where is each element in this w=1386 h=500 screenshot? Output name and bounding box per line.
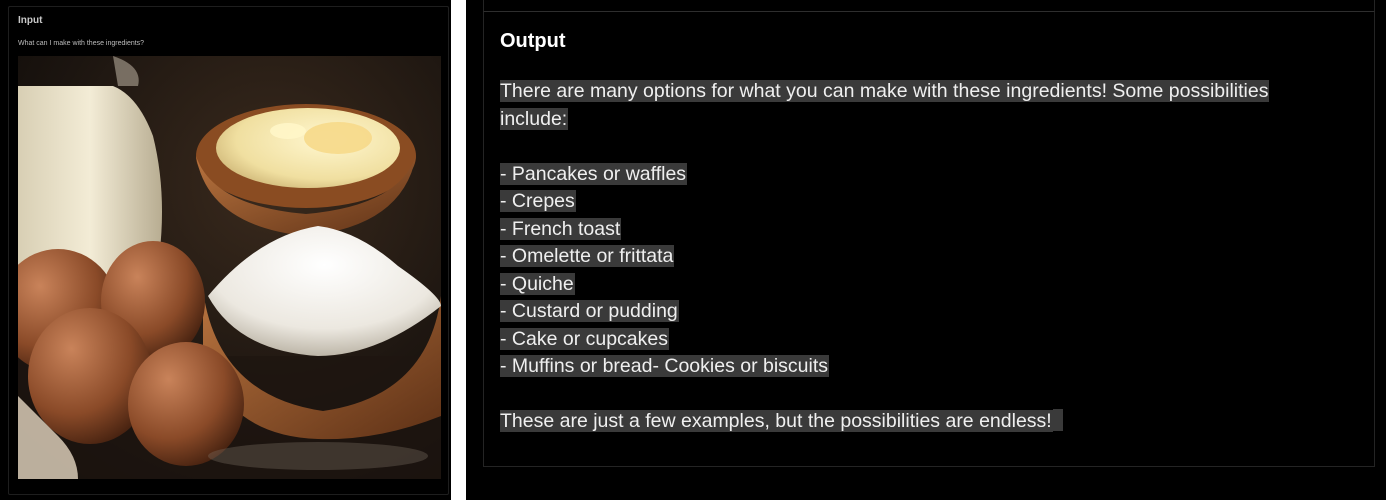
input-prompt: What can I make with these ingredients?: [18, 40, 145, 47]
list-item-text: - French toast: [500, 217, 622, 240]
list-item: - Custard or pudding: [500, 298, 1330, 326]
input-card: Input What can I make with these ingredi…: [8, 6, 449, 495]
output-closing-line: These are just a few examples, but the p…: [500, 408, 1330, 436]
output-intro: There are many options for what you can …: [500, 80, 1270, 130]
output-title: Output: [500, 30, 566, 52]
output-panel: Output There are many options for what y…: [466, 0, 1386, 500]
list-item: - Pancakes or waffles: [500, 161, 1330, 189]
list-item: - Crepes: [500, 188, 1330, 216]
list-item: - Cake or cupcakes: [500, 326, 1330, 354]
output-closing: These are just a few examples, but the p…: [500, 410, 1053, 432]
output-text: There are many options for what you can …: [500, 78, 1330, 436]
list-item-text: - Omelette or frittata: [500, 245, 675, 267]
list-item-text: - Muffins or bread- Cookies or biscuits: [500, 355, 830, 377]
input-title: Input: [18, 15, 43, 26]
list-item-text: - Cake or cupcakes: [500, 327, 669, 350]
list-item-text: - Custard or pudding: [500, 300, 679, 322]
output-card: Output There are many options for what y…: [483, 11, 1375, 467]
list-item: - Muffins or bread- Cookies or biscuits: [500, 353, 1330, 381]
cursor-highlight: [1052, 409, 1063, 431]
ingredients-photo: [18, 56, 441, 479]
list-item: - Omelette or frittata: [500, 243, 1330, 271]
ingredients-image: [18, 56, 441, 479]
input-panel: Input What can I make with these ingredi…: [0, 0, 451, 500]
list-item-text: - Quiche: [500, 272, 575, 295]
list-item: - Quiche: [500, 271, 1330, 299]
list-item-text: - Crepes: [500, 190, 576, 212]
list-item-text: - Pancakes or waffles: [500, 162, 688, 185]
list-item: - French toast: [500, 216, 1330, 244]
